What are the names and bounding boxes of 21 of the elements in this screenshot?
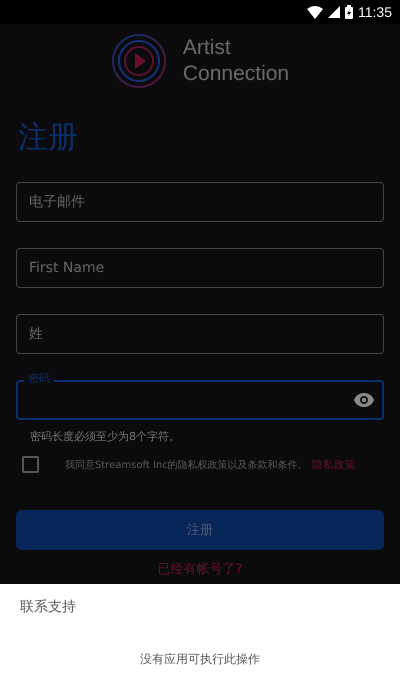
sheet-title: 联系支持: [20, 598, 77, 616]
register-button[interactable]: 注册: [16, 510, 384, 550]
field-label: 密码: [24, 371, 54, 386]
sheet-message: 没有应用可执行此操作: [140, 651, 260, 668]
page-title: 注册: [18, 120, 79, 156]
app-name: Connection: [182, 61, 290, 87]
battery-icon: [345, 5, 353, 19]
input-field[interactable]: 姓: [16, 314, 384, 354]
input-field[interactable]: First Name: [16, 248, 384, 288]
signal-icon: [328, 6, 340, 18]
wifi-icon: [307, 6, 323, 18]
password-hint: 密码长度必须至少为8个字符。: [30, 429, 181, 444]
eye-icon[interactable]: [354, 393, 374, 407]
privacy-link[interactable]: 隐私政策: [312, 458, 356, 472]
app-name: Artist: [182, 35, 232, 61]
agreement-text: 我同意Streamsoft Inc的隐私权政策以及条款和条件。: [65, 458, 308, 472]
checkbox[interactable]: [22, 456, 39, 473]
clock-time: 11:35: [358, 4, 392, 20]
input-field[interactable]: 电子邮件: [16, 182, 384, 222]
login-link[interactable]: 已经有帐号了?: [158, 560, 242, 578]
logo-icon: [110, 33, 167, 89]
